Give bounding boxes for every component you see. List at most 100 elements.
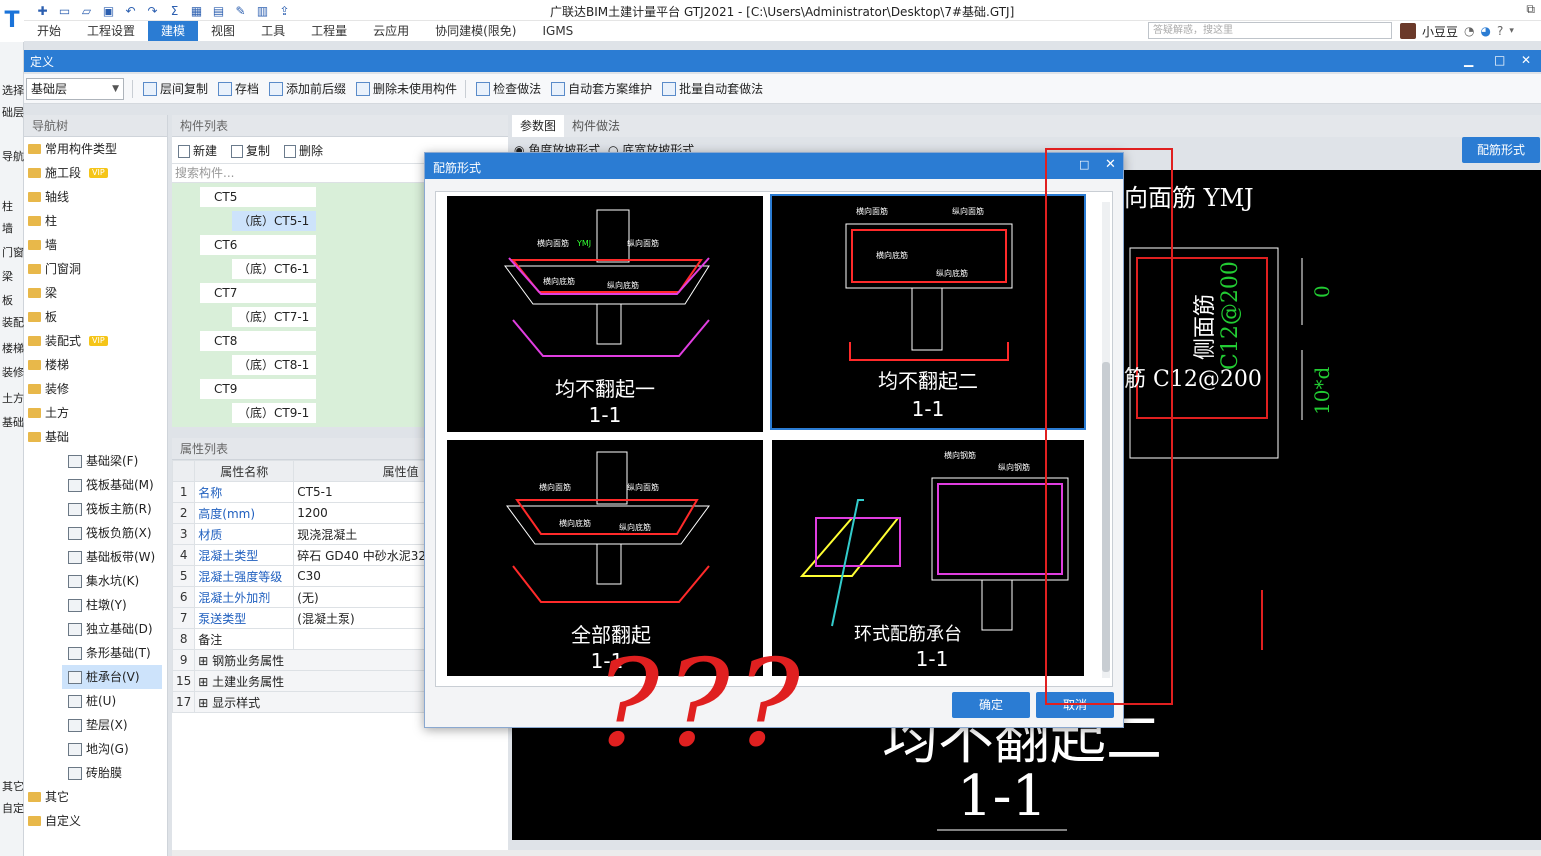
nav-item[interactable]: 筏板基础(M) xyxy=(68,473,154,497)
maximize-icon[interactable]: □ xyxy=(1079,158,1089,171)
component-action-0[interactable]: 新建 xyxy=(178,142,217,159)
toolbar-item-2[interactable]: 添加前后缀 xyxy=(269,80,346,97)
nav-item[interactable]: 基础梁(F) xyxy=(68,449,138,473)
tab-param-diagram[interactable]: 参数图 xyxy=(512,115,565,137)
nav-item[interactable]: 梁 xyxy=(28,281,57,305)
new-file-icon[interactable]: ✚ xyxy=(34,3,51,19)
menu-7[interactable]: 协同建模(限免) xyxy=(422,21,529,41)
component-item[interactable]: （底）CT6-1 xyxy=(232,259,316,279)
menu-8[interactable]: IGMS xyxy=(529,21,586,41)
nav-item[interactable]: 柱 xyxy=(28,209,57,233)
pencil-icon[interactable]: ✎ xyxy=(232,3,249,19)
nav-item[interactable]: 筏板主筋(R) xyxy=(68,497,152,521)
nav-item[interactable]: 筏板负筋(X) xyxy=(68,521,152,545)
floor-select[interactable]: 基础层 ▼ xyxy=(26,77,124,100)
nav-item[interactable]: 基础板带(W) xyxy=(68,545,155,569)
strip-item[interactable]: 板 xyxy=(2,292,13,308)
strip-item[interactable]: 装配 xyxy=(2,314,24,330)
restore-icon[interactable]: ⧉ xyxy=(1526,2,1535,17)
export-icon[interactable]: ⇪ xyxy=(276,3,293,19)
close-icon[interactable]: ✕ xyxy=(1521,53,1531,67)
strip-item[interactable]: 导航 xyxy=(2,148,24,164)
strip-item[interactable]: 柱 xyxy=(2,198,13,214)
option-ring-cap[interactable]: 横向钢筋 纵向钢筋 环式配筋承台 1-1 xyxy=(772,440,1084,676)
headset-icon[interactable]: ◕ xyxy=(1481,24,1491,38)
maximize-icon[interactable]: □ xyxy=(1494,53,1505,67)
strip-item[interactable]: 土方 xyxy=(2,390,24,406)
menu-4[interactable]: 工具 xyxy=(248,21,298,41)
nav-item[interactable]: 自定义 xyxy=(28,809,81,833)
toolbar-item-6[interactable]: 批量自动套做法 xyxy=(662,80,763,97)
nav-item[interactable]: 地沟(G) xyxy=(68,737,129,761)
open-icon[interactable]: ▱ xyxy=(78,3,95,19)
toolbar-item-1[interactable]: 存档 xyxy=(218,80,259,97)
strip-item[interactable]: 梁 xyxy=(2,268,13,284)
strip-item[interactable]: 基础 xyxy=(2,414,24,430)
menu-0[interactable]: 开始 xyxy=(24,21,74,41)
menu-1[interactable]: 工程设置 xyxy=(74,21,148,41)
avatar[interactable] xyxy=(1400,23,1416,39)
new-doc-icon[interactable]: ▭ xyxy=(56,3,73,19)
option-no-bend-one[interactable]: 横向面筋 YMJ 纵向面筋 横向底筋 纵向底筋 均不翻起一 1-1 xyxy=(447,196,763,432)
nav-item[interactable]: 板 xyxy=(28,305,57,329)
menu-5[interactable]: 工程量 xyxy=(298,21,360,41)
table-icon[interactable]: ▥ xyxy=(254,3,271,19)
nav-item[interactable]: 独立基础(D) xyxy=(68,617,153,641)
component-item[interactable]: （底）CT9-1 xyxy=(232,403,316,423)
nav-item[interactable]: 楼梯 xyxy=(28,353,69,377)
component-group[interactable]: CT5 xyxy=(200,187,316,207)
component-group[interactable]: CT6 xyxy=(200,235,316,255)
report-icon[interactable]: ▦ xyxy=(188,3,205,19)
expand-icon[interactable]: ⊞ xyxy=(198,696,212,710)
option-no-bend-two[interactable]: 横向面筋 纵向面筋 横向底筋 纵向底筋 均不翻起二 1-1 xyxy=(770,194,1086,430)
toolbar-item-3[interactable]: 删除未使用构件 xyxy=(356,80,457,97)
nav-item[interactable]: 土方 xyxy=(28,401,69,425)
scrollbar-thumb[interactable] xyxy=(1102,362,1110,672)
menu-2[interactable]: 建模 xyxy=(148,21,199,41)
strip-item[interactable]: 楼梯 xyxy=(2,340,24,356)
grid-icon[interactable]: ▤ xyxy=(210,3,227,19)
nav-item[interactable]: 垫层(X) xyxy=(68,713,128,737)
nav-item[interactable]: 装配式 VIP xyxy=(28,329,108,353)
component-group[interactable]: CT9 xyxy=(200,379,316,399)
nav-item[interactable]: 施工段 VIP xyxy=(28,161,108,185)
strip-item[interactable]: 墙 xyxy=(2,220,13,236)
toolbar-item-5[interactable]: 自动套方案维护 xyxy=(551,80,652,97)
component-action-1[interactable]: 复制 xyxy=(231,142,270,159)
tab-component-method[interactable]: 构件做法 xyxy=(564,115,628,137)
undo-icon[interactable]: ↶ xyxy=(122,3,139,19)
confirm-button[interactable]: 确定 xyxy=(952,692,1030,718)
nav-item[interactable]: 常用构件类型 xyxy=(28,137,117,161)
expand-icon[interactable]: ⊞ xyxy=(198,654,212,668)
rebar-form-button[interactable]: 配筋形式 xyxy=(1462,137,1540,163)
save-icon[interactable]: ▣ xyxy=(100,3,117,19)
help-icon[interactable]: ? xyxy=(1497,24,1503,38)
nav-item[interactable]: 墙 xyxy=(28,233,57,257)
nav-item[interactable]: 基础 xyxy=(28,425,69,449)
cancel-button[interactable]: 取消 xyxy=(1036,692,1114,718)
component-item[interactable]: （底）CT5-1 xyxy=(232,211,316,231)
minimize-icon[interactable]: ▁ xyxy=(1464,53,1473,67)
nav-item[interactable]: 轴线 xyxy=(28,185,69,209)
strip-item[interactable]: 门窗 xyxy=(2,244,24,260)
nav-item[interactable]: 门窗洞 xyxy=(28,257,81,281)
help-search-input[interactable]: 答疑解惑，搜这里 xyxy=(1148,22,1392,39)
redo-icon[interactable]: ↷ xyxy=(144,3,161,19)
close-icon[interactable]: ✕ xyxy=(1105,157,1116,172)
nav-item[interactable]: 柱墩(Y) xyxy=(68,593,127,617)
chat-icon[interactable]: ◔ xyxy=(1464,24,1474,38)
nav-item[interactable]: 集水坑(K) xyxy=(68,569,139,593)
chevron-down-icon[interactable]: ▾ xyxy=(1509,26,1514,36)
toolbar-item-0[interactable]: 层间复制 xyxy=(143,80,208,97)
component-action-2[interactable]: 删除 xyxy=(284,142,323,159)
sum-icon[interactable]: Σ xyxy=(166,3,183,19)
component-item[interactable]: （底）CT8-1 xyxy=(232,355,316,375)
strip-item[interactable]: 装修 xyxy=(2,364,24,380)
menu-6[interactable]: 云应用 xyxy=(360,21,422,41)
nav-item[interactable]: 桩承台(V) xyxy=(62,665,162,689)
component-item[interactable]: （底）CT7-1 xyxy=(232,307,316,327)
strip-item[interactable]: 础层 xyxy=(2,104,24,120)
component-group[interactable]: CT8 xyxy=(200,331,316,351)
option-all-bend[interactable]: 横向面筋 纵向面筋 横向底筋 纵向底筋 全部翻起 1-1 xyxy=(447,440,763,676)
expand-icon[interactable]: ⊞ xyxy=(198,675,212,689)
